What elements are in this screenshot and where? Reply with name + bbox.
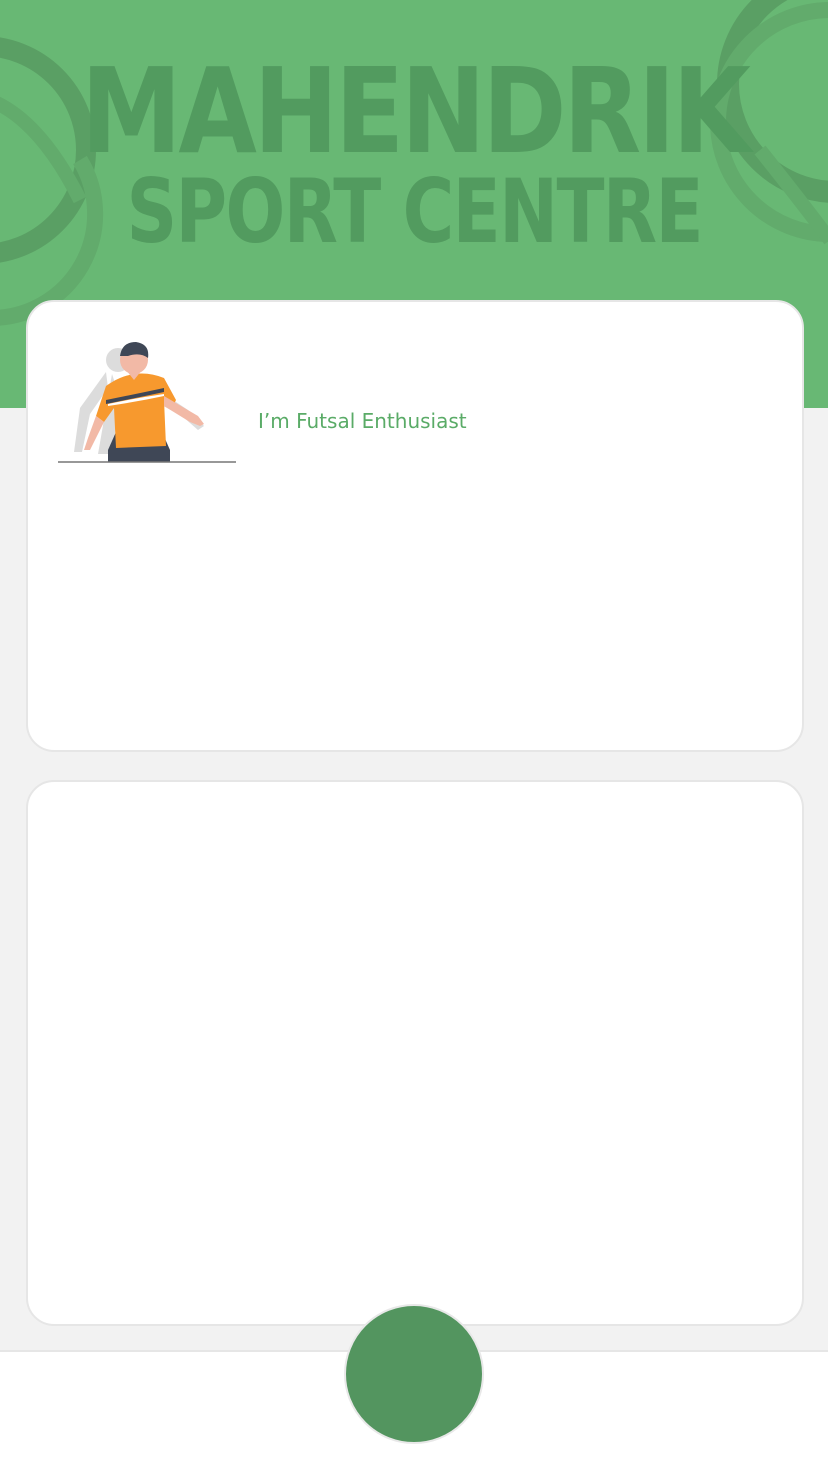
profile-card: I’m Futsal Enthusiast: [26, 300, 804, 752]
brand-title: MAHENDRIK: [80, 42, 751, 180]
content-card: [26, 780, 804, 1326]
futsal-player-icon: [58, 342, 236, 463]
center-action-button[interactable]: [344, 1304, 484, 1444]
profile-tagline: I’m Futsal Enthusiast: [258, 409, 467, 433]
brand-subtitle: SPORT CENTRE: [126, 160, 703, 263]
